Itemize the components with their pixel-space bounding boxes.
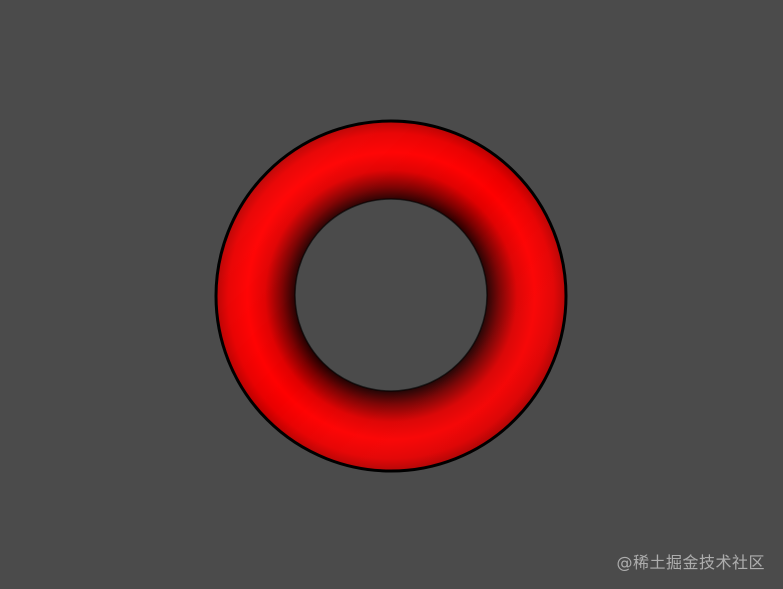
watermark-text: @稀土掘金技术社区 bbox=[616, 553, 765, 572]
torus-render bbox=[214, 119, 568, 473]
render-viewport: @稀土掘金技术社区 bbox=[0, 0, 783, 589]
torus-body bbox=[216, 121, 566, 471]
